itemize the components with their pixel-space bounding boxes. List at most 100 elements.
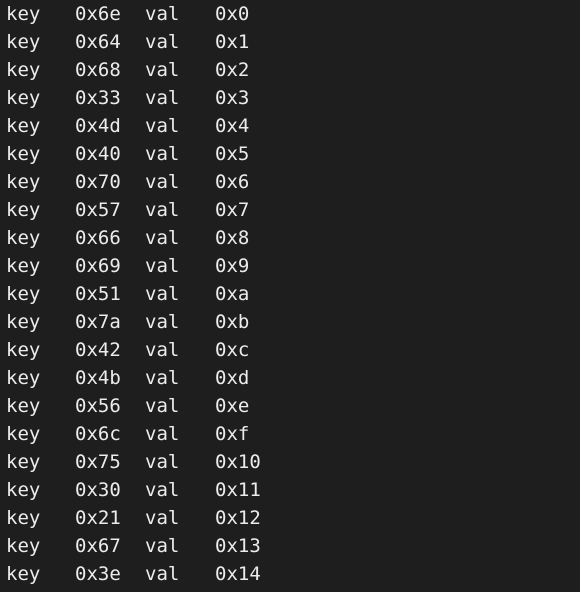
key-label: key <box>6 3 41 25</box>
key-value: 0x42 <box>75 339 121 361</box>
key-label: key <box>6 143 41 165</box>
key-label: key <box>6 31 41 53</box>
val-label: val <box>145 339 180 361</box>
val-label: val <box>145 451 180 473</box>
output-line: key 0x69 val 0x9 <box>0 252 580 280</box>
key-label: key <box>6 367 41 389</box>
key-label: key <box>6 451 41 473</box>
output-line: key 0x75 val 0x10 <box>0 448 580 476</box>
output-line: key 0x7a val 0xb <box>0 308 580 336</box>
output-line: key 0x42 val 0xc <box>0 336 580 364</box>
key-label: key <box>6 479 41 501</box>
val-label: val <box>145 423 180 445</box>
output-line: key 0x30 val 0x11 <box>0 476 580 504</box>
val-label: val <box>145 59 180 81</box>
output-line: key 0x40 val 0x5 <box>0 140 580 168</box>
val-label: val <box>145 255 180 277</box>
key-value: 0x40 <box>75 143 121 165</box>
val-label: val <box>145 171 180 193</box>
output-line: key 0x6c val 0xf <box>0 420 580 448</box>
val-value: 0x13 <box>215 535 261 557</box>
key-value: 0x33 <box>75 87 121 109</box>
key-value: 0x6c <box>75 423 121 445</box>
val-label: val <box>145 199 180 221</box>
output-line: key 0x57 val 0x7 <box>0 196 580 224</box>
key-value: 0x67 <box>75 535 121 557</box>
key-value: 0x6e <box>75 3 121 25</box>
val-value: 0x11 <box>215 479 261 501</box>
val-value: 0x7 <box>215 199 250 221</box>
key-value: 0x56 <box>75 395 121 417</box>
key-value: 0x75 <box>75 451 121 473</box>
key-label: key <box>6 115 41 137</box>
key-value: 0x64 <box>75 31 121 53</box>
val-label: val <box>145 87 180 109</box>
val-value: 0x6 <box>215 171 250 193</box>
output-line: key 0x4b val 0xd <box>0 364 580 392</box>
output-line: key 0x67 val 0x13 <box>0 532 580 560</box>
val-value: 0x14 <box>215 563 261 585</box>
val-label: val <box>145 367 180 389</box>
output-line: key 0x21 val 0x12 <box>0 504 580 532</box>
key-value: 0x4d <box>75 115 121 137</box>
val-label: val <box>145 507 180 529</box>
key-value: 0x30 <box>75 479 121 501</box>
val-value: 0xe <box>215 395 250 417</box>
val-value: 0x4 <box>215 115 250 137</box>
val-label: val <box>145 227 180 249</box>
key-value: 0x21 <box>75 507 121 529</box>
val-label: val <box>145 31 180 53</box>
val-value: 0x5 <box>215 143 250 165</box>
val-label: val <box>145 563 180 585</box>
val-value: 0x2 <box>215 59 250 81</box>
key-value: 0x3e <box>75 563 121 585</box>
key-label: key <box>6 395 41 417</box>
key-label: key <box>6 59 41 81</box>
key-label: key <box>6 535 41 557</box>
key-label: key <box>6 87 41 109</box>
val-label: val <box>145 143 180 165</box>
key-value: 0x70 <box>75 171 121 193</box>
key-value: 0x69 <box>75 255 121 277</box>
key-value: 0x68 <box>75 59 121 81</box>
val-value: 0xa <box>215 283 250 305</box>
output-line: key 0x51 val 0xa <box>0 280 580 308</box>
key-label: key <box>6 563 41 585</box>
output-line: key 0x6e val 0x0 <box>0 0 580 28</box>
output-line: key 0x68 val 0x2 <box>0 56 580 84</box>
output-line: key 0x56 val 0xe <box>0 392 580 420</box>
key-label: key <box>6 227 41 249</box>
val-value: 0x8 <box>215 227 250 249</box>
val-label: val <box>145 115 180 137</box>
output-lines: key 0x6e val 0x0 key 0x64 val 0x1 key 0x68 val 0x2 k… <box>0 0 580 588</box>
val-value: 0x3 <box>215 87 250 109</box>
key-label: key <box>6 311 41 333</box>
key-label: key <box>6 339 41 361</box>
output-line: key 0x64 val 0x1 <box>0 28 580 56</box>
val-label: val <box>145 535 180 557</box>
key-label: key <box>6 255 41 277</box>
val-label: val <box>145 3 180 25</box>
key-label: key <box>6 199 41 221</box>
val-label: val <box>145 311 180 333</box>
output-line: key 0x33 val 0x3 <box>0 84 580 112</box>
key-value: 0x4b <box>75 367 121 389</box>
val-label: val <box>145 395 180 417</box>
key-value: 0x57 <box>75 199 121 221</box>
output-line: key 0x66 val 0x8 <box>0 224 580 252</box>
val-value: 0x12 <box>215 507 261 529</box>
val-label: val <box>145 283 180 305</box>
key-label: key <box>6 423 41 445</box>
val-value: 0xb <box>215 311 250 333</box>
key-label: key <box>6 171 41 193</box>
output-line: key 0x4d val 0x4 <box>0 112 580 140</box>
val-value: 0xc <box>215 339 250 361</box>
val-label: val <box>145 479 180 501</box>
val-value: 0xd <box>215 367 250 389</box>
output-line: key 0x70 val 0x6 <box>0 168 580 196</box>
terminal-output: key 0x6e val 0x0 key 0x64 val 0x1 key 0x68 val 0x2 k… <box>0 0 580 592</box>
key-label: key <box>6 283 41 305</box>
key-value: 0x66 <box>75 227 121 249</box>
key-value: 0x7a <box>75 311 121 333</box>
key-value: 0x51 <box>75 283 121 305</box>
